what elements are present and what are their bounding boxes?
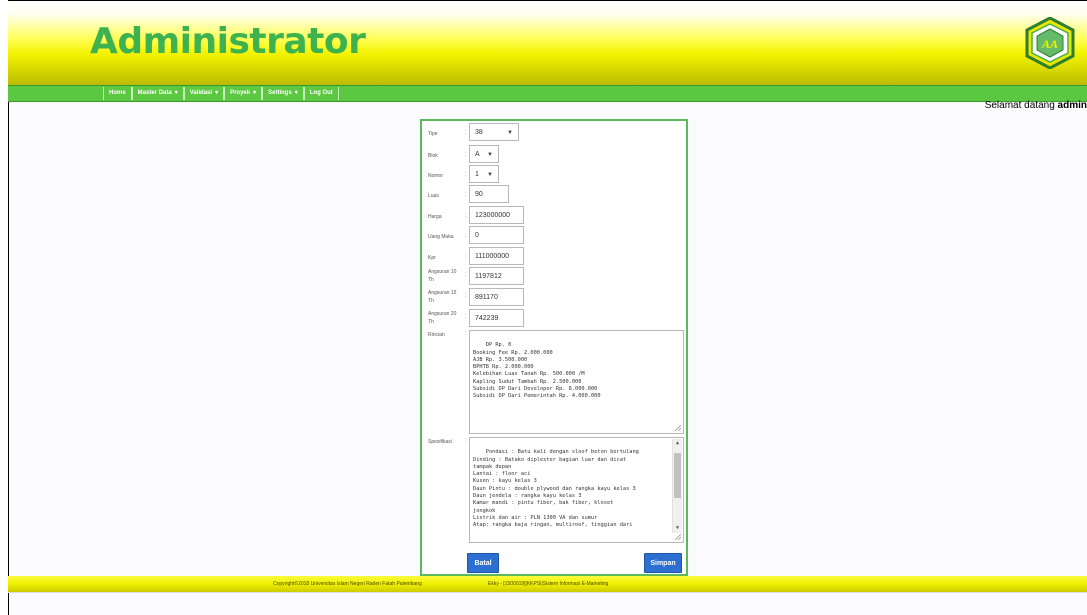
kpr-label: Kpr bbox=[428, 255, 436, 261]
luas-label: Luas bbox=[428, 193, 439, 199]
kpr-input[interactable]: 111000000 bbox=[469, 247, 524, 265]
harga-value: 123000000 bbox=[475, 212, 511, 219]
spesifikasi-scrollbar[interactable]: ▲ ▼ bbox=[672, 439, 682, 533]
angsuran-10-label: Angsuran 10 Th bbox=[428, 268, 456, 284]
scroll-up-icon[interactable]: ▲ bbox=[673, 440, 682, 447]
spesifikasi-text: Pondasi : Batu kali dengan sloof beton b… bbox=[473, 449, 639, 529]
chevron-down-icon: ▾ bbox=[174, 90, 178, 96]
tipe-dropdown-icon: ▼ bbox=[507, 130, 513, 136]
angsuran-20-label-unit: Th bbox=[428, 319, 434, 325]
chevron-down-icon: ▾ bbox=[215, 90, 219, 96]
nav-item-label: Log Out bbox=[309, 90, 333, 96]
nomor-value: 1 bbox=[475, 171, 479, 178]
rincian-label: Rincian bbox=[428, 332, 445, 338]
angsuran-15-label-unit: Th bbox=[428, 298, 434, 304]
rincian-text: DP Rp. 0 Booking Fee Rp. 2.000.000 AJB R… bbox=[473, 342, 601, 400]
nav-item-label: Master Data bbox=[137, 90, 172, 96]
chevron-down-icon: ▾ bbox=[294, 90, 298, 96]
uang-muka-label: Uang Muka bbox=[428, 234, 454, 240]
footer-divider bbox=[8, 592, 1087, 593]
nomor-dropdown-icon: ▼ bbox=[487, 172, 493, 178]
chevron-down-icon: ▾ bbox=[253, 90, 257, 96]
footer-bar: Copyright©2018 Universitas Islam Negeri … bbox=[8, 576, 1087, 592]
rincian-colon: : bbox=[465, 331, 467, 337]
angsuran-15-value: 891170 bbox=[475, 294, 498, 301]
uang-muka-value: 0 bbox=[475, 232, 479, 239]
tipe-value: 38 bbox=[475, 129, 483, 136]
nav-menu: Home Master Data ▾ Validasi ▾ Proyek ▾ Settings… bbox=[103, 86, 339, 101]
nav-item-proyek[interactable]: Proyek ▾ bbox=[224, 87, 263, 100]
harga-input[interactable]: 123000000 bbox=[469, 206, 524, 224]
angsuran-15-colon: : bbox=[465, 293, 467, 299]
angsuran-20-colon: : bbox=[465, 314, 467, 320]
scroll-thumb[interactable] bbox=[674, 453, 681, 498]
welcome-prefix: Selamat datang bbox=[984, 100, 1055, 111]
angsuran-10-value: 1197812 bbox=[475, 273, 502, 280]
page-title: Administrator bbox=[90, 21, 366, 62]
luas-input[interactable]: 90 bbox=[469, 185, 509, 203]
blok-label: Blok bbox=[428, 153, 438, 159]
angsuran-20-input[interactable]: 742239 bbox=[469, 309, 524, 327]
angsuran-10-label-unit: Th bbox=[428, 277, 434, 283]
simpan-button[interactable]: Simpan bbox=[644, 553, 682, 573]
nav-item-label: Proyek bbox=[230, 90, 251, 96]
angsuran-20-label-text: Angsuran 20 bbox=[428, 311, 457, 317]
harga-colon: : bbox=[465, 213, 467, 219]
angsuran-20-label: Angsuran 20 Th bbox=[428, 310, 456, 326]
resize-grip-icon[interactable] bbox=[675, 425, 681, 431]
uang-muka-colon: : bbox=[465, 233, 467, 239]
tipe-colon: : bbox=[465, 130, 467, 136]
nav-item-home[interactable]: Home bbox=[103, 87, 132, 100]
angsuran-10-input[interactable]: 1197812 bbox=[469, 267, 524, 285]
spesifikasi-textarea[interactable]: Pondasi : Batu kali dengan sloof beton b… bbox=[469, 437, 684, 543]
nav-item-label: Home bbox=[109, 90, 126, 96]
kpr-value: 111000000 bbox=[475, 253, 509, 260]
footer-credit: Ekky - [1500019]|KKPSI|Sistem Informasi … bbox=[488, 581, 609, 587]
blok-colon: : bbox=[465, 152, 467, 158]
unit-form-panel: Tipe : 38 ▼ Blok : A ▼ Nomor : 1 ▼ Luas … bbox=[420, 119, 688, 576]
kpr-colon: : bbox=[465, 254, 467, 260]
main-navbar: Home Master Data ▾ Validasi ▾ Proyek ▾ Settings… bbox=[8, 85, 1087, 102]
angsuran-15-label: Angsuran 15 Th bbox=[428, 289, 456, 305]
footer-copyright: Copyright©2018 Universitas Islam Negeri … bbox=[273, 581, 422, 587]
blok-dropdown-icon: ▼ bbox=[487, 152, 493, 158]
nav-item-settings[interactable]: Settings ▾ bbox=[262, 87, 304, 100]
spesifikasi-colon: : bbox=[465, 438, 467, 444]
logo-text: AA bbox=[1041, 37, 1058, 51]
nomor-colon: : bbox=[465, 172, 467, 178]
angsuran-15-input[interactable]: 891170 bbox=[469, 288, 524, 306]
header-bar: Administrator AA bbox=[8, 1, 1087, 86]
harga-label: Harga bbox=[428, 214, 442, 220]
batal-button[interactable]: Batal bbox=[467, 553, 499, 573]
nav-item-label: Settings bbox=[268, 90, 292, 96]
angsuran-15-label-text: Angsuran 15 bbox=[428, 290, 457, 296]
nomor-select[interactable]: 1 ▼ bbox=[469, 165, 499, 183]
angsuran-10-label-text: Angsuran 10 bbox=[428, 269, 457, 275]
nav-item-label: Validasi bbox=[189, 90, 213, 96]
welcome-user: admin bbox=[1057, 100, 1087, 111]
nav-item-log-out[interactable]: Log Out bbox=[303, 87, 339, 100]
company-logo-icon: AA bbox=[1025, 17, 1075, 69]
resize-grip-icon[interactable] bbox=[675, 534, 681, 540]
nav-item-validasi[interactable]: Validasi ▾ bbox=[183, 87, 225, 100]
luas-value: 90 bbox=[475, 191, 483, 198]
nomor-label: Nomor bbox=[428, 173, 444, 179]
angsuran-20-value: 742239 bbox=[475, 315, 499, 322]
tipe-select[interactable]: 38 ▼ bbox=[469, 123, 519, 141]
welcome-text: Selamat datang admin bbox=[985, 100, 1087, 111]
rincian-textarea[interactable]: DP Rp. 0 Booking Fee Rp. 2.000.000 AJB R… bbox=[469, 330, 684, 434]
scroll-down-icon[interactable]: ▼ bbox=[673, 525, 682, 532]
blok-value: A bbox=[475, 151, 480, 158]
tipe-label: Tipe bbox=[428, 131, 438, 137]
luas-colon: : bbox=[465, 192, 467, 198]
angsuran-10-colon: : bbox=[465, 272, 467, 278]
uang-muka-input[interactable]: 0 bbox=[469, 226, 524, 244]
nav-item-master-data[interactable]: Master Data ▾ bbox=[131, 87, 184, 100]
spesifikasi-label: Spesifikasi bbox=[428, 439, 452, 445]
blok-select[interactable]: A ▼ bbox=[469, 145, 499, 163]
